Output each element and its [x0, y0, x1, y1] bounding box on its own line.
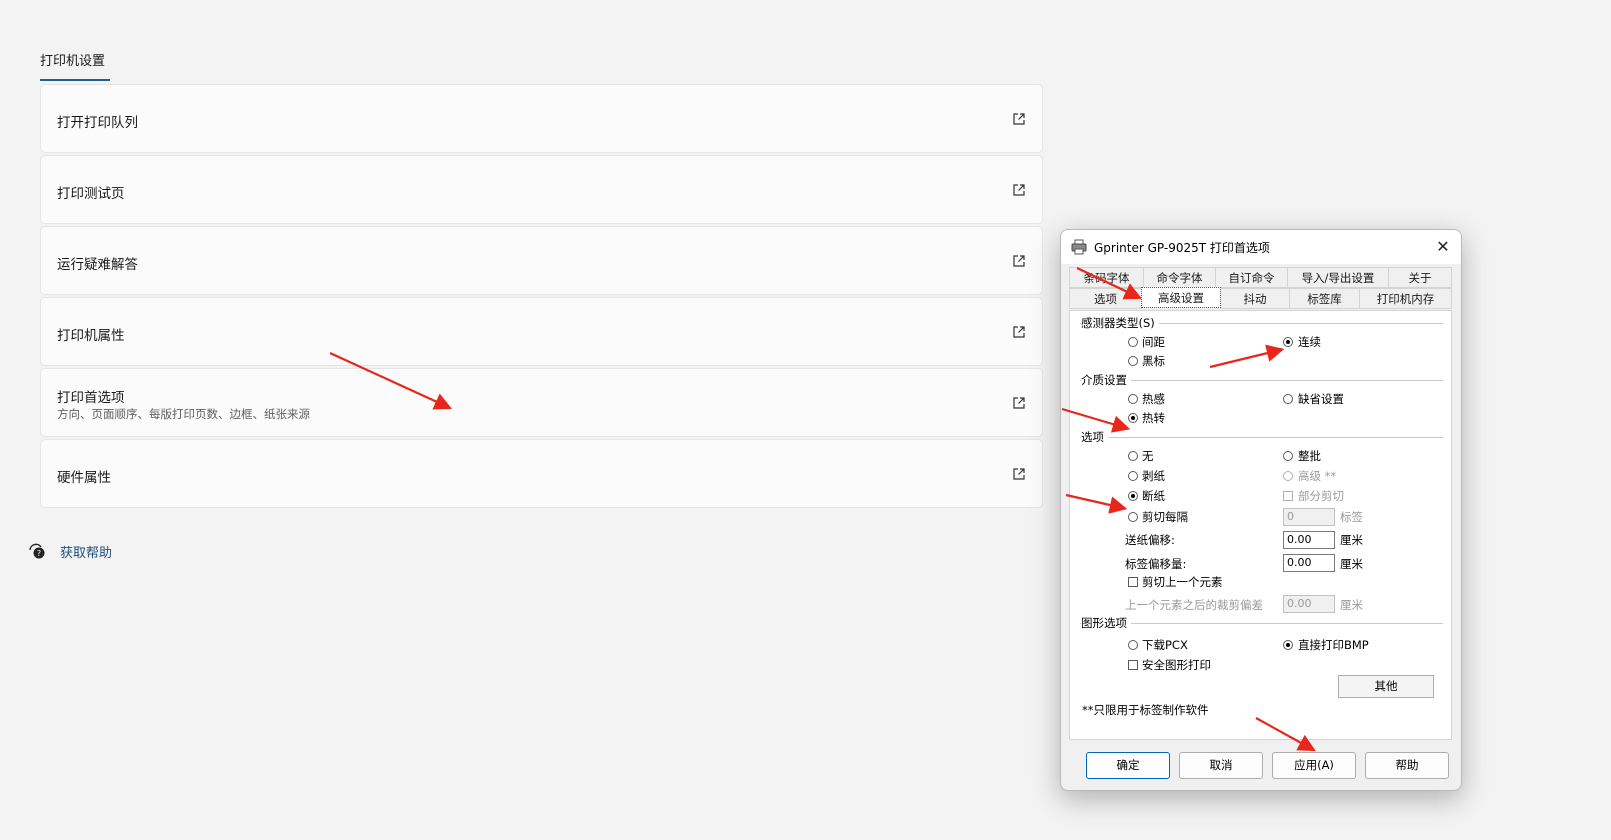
label-media-thermal-transfer: 热转: [1142, 411, 1165, 425]
tab-about[interactable]: 关于: [1388, 267, 1452, 288]
label-download-pcx: 下载PCX: [1142, 638, 1188, 652]
card-title: 运行疑难解答: [57, 257, 138, 273]
radio-option-peel[interactable]: [1128, 471, 1138, 481]
other-button[interactable]: 其他: [1338, 675, 1434, 698]
label-direct-bmp: 直接打印BMP: [1298, 638, 1369, 652]
card-title: 打印机属性: [57, 328, 125, 344]
label-safe-graphics-print: 安全图形打印: [1142, 658, 1211, 672]
label-sensor-black-mark: 黑标: [1142, 354, 1165, 368]
tab-custom-command[interactable]: 自订命令: [1215, 267, 1288, 288]
label-option-cut-every: 剪切每隔: [1142, 510, 1188, 524]
card-title: 打印首选项: [57, 390, 125, 406]
advanced-settings-panel: 感测器类型(S) 间距 连续 黑标 介质设置 热感 缺省设置 热转 选项 无 整…: [1069, 310, 1452, 740]
close-icon[interactable]: ✕: [1431, 235, 1455, 259]
feed-offset-unit: 厘米: [1340, 533, 1363, 547]
label-offset-label: 标签偏移量:: [1125, 557, 1187, 571]
card-title: 硬件属性: [57, 470, 111, 486]
apply-button[interactable]: 应用(A): [1272, 752, 1356, 779]
tab-import-export[interactable]: 导入/导出设置: [1287, 267, 1389, 288]
radio-option-advanced: [1283, 471, 1293, 481]
external-link-icon: [1013, 184, 1025, 196]
external-link-icon: [1013, 326, 1025, 338]
external-link-icon: [1013, 113, 1025, 125]
label-sensor-gap: 间距: [1142, 335, 1165, 349]
checkbox-partial-cut: [1283, 491, 1293, 501]
card-printer-properties[interactable]: 打印机属性: [40, 297, 1043, 366]
section-title-underline: [40, 79, 110, 81]
tab-barcode-font[interactable]: 条码字体: [1069, 267, 1144, 288]
cancel-button[interactable]: 取消: [1179, 752, 1263, 779]
cut-every-unit: 标签: [1340, 510, 1363, 524]
options-group-label: 选项: [1081, 429, 1108, 445]
label-sensor-continuous: 连续: [1298, 335, 1321, 349]
label-offset-input[interactable]: 0.00: [1283, 554, 1335, 572]
external-link-icon: [1013, 468, 1025, 480]
label-option-none: 无: [1142, 449, 1154, 463]
tab-dither[interactable]: 抖动: [1220, 288, 1290, 309]
help-chat-icon: ?: [29, 543, 45, 559]
radio-sensor-black-mark[interactable]: [1128, 356, 1138, 366]
footnote: **只限用于标签制作软件: [1082, 703, 1209, 717]
tab-label-library[interactable]: 标签库: [1289, 288, 1360, 309]
get-help-link[interactable]: 获取帮助: [60, 542, 112, 561]
cut-every-input: 0: [1283, 508, 1335, 526]
external-link-icon: [1013, 255, 1025, 267]
card-hardware-properties[interactable]: 硬件属性: [40, 439, 1043, 508]
after-previous-unit: 厘米: [1340, 598, 1363, 612]
label-media-thermal: 热感: [1142, 392, 1165, 406]
radio-option-none[interactable]: [1128, 451, 1138, 461]
radio-media-thermal[interactable]: [1128, 394, 1138, 404]
radio-download-pcx[interactable]: [1128, 640, 1138, 650]
label-option-batch: 整批: [1298, 449, 1321, 463]
card-print-test-page[interactable]: 打印测试页: [40, 155, 1043, 224]
ok-button[interactable]: 确定: [1086, 752, 1170, 779]
radio-option-cut-every[interactable]: [1128, 512, 1138, 522]
checkbox-cut-previous[interactable]: [1128, 577, 1138, 587]
media-group-label: 介质设置: [1081, 372, 1131, 388]
card-open-print-queue[interactable]: 打开打印队列: [40, 84, 1043, 153]
radio-media-thermal-transfer[interactable]: [1128, 413, 1138, 423]
label-option-tear: 断纸: [1142, 489, 1165, 503]
dialog-titlebar[interactable]: Gprinter GP-9025T 打印首选项 ✕: [1061, 230, 1461, 264]
svg-text:?: ?: [37, 549, 41, 558]
card-title: 打开打印队列: [57, 115, 138, 131]
group-divider: [1080, 437, 1443, 438]
radio-sensor-gap[interactable]: [1128, 337, 1138, 347]
tab-printer-memory[interactable]: 打印机内存: [1359, 288, 1452, 309]
graphics-group-label: 图形选项: [1081, 615, 1131, 631]
card-title: 打印测试页: [57, 186, 125, 202]
printer-icon: [1071, 239, 1087, 255]
label-offset-unit: 厘米: [1340, 557, 1363, 571]
label-partial-cut: 部分剪切: [1298, 489, 1344, 503]
label-option-advanced: 高级 **: [1298, 469, 1337, 483]
tab-advanced-settings[interactable]: 高级设置: [1141, 287, 1221, 308]
feed-offset-input[interactable]: 0.00: [1283, 531, 1335, 549]
radio-option-tear[interactable]: [1128, 491, 1138, 501]
help-button[interactable]: 帮助: [1365, 752, 1449, 779]
card-subtitle: 方向、页面顺序、每版打印页数、边框、纸张来源: [57, 407, 310, 421]
checkbox-safe-graphics-print[interactable]: [1128, 660, 1138, 670]
tab-command-font[interactable]: 命令字体: [1143, 267, 1216, 288]
section-title: 打印机设置: [40, 54, 106, 69]
label-cut-previous: 剪切上一个元素: [1142, 575, 1223, 589]
feed-offset-label: 送纸偏移:: [1125, 533, 1175, 547]
dialog-title: Gprinter GP-9025T 打印首选项: [1094, 241, 1270, 255]
card-printing-preferences[interactable]: 打印首选项 方向、页面顺序、每版打印页数、边框、纸张来源: [40, 368, 1043, 437]
group-divider: [1080, 380, 1443, 381]
sensor-group-label: 感测器类型(S): [1081, 315, 1159, 331]
group-divider: [1080, 623, 1443, 624]
after-previous-input: 0.00: [1283, 595, 1335, 613]
radio-sensor-continuous[interactable]: [1283, 337, 1293, 347]
label-option-peel: 剥纸: [1142, 469, 1165, 483]
tab-options[interactable]: 选项: [1069, 288, 1142, 309]
external-link-icon: [1013, 397, 1025, 409]
after-previous-label: 上一个元素之后的裁剪偏差: [1125, 598, 1263, 612]
radio-option-batch[interactable]: [1283, 451, 1293, 461]
radio-media-default[interactable]: [1283, 394, 1293, 404]
radio-direct-bmp[interactable]: [1283, 640, 1293, 650]
printing-preferences-dialog: Gprinter GP-9025T 打印首选项 ✕ 条码字体 命令字体 自订命令…: [1060, 229, 1462, 791]
card-run-troubleshooter[interactable]: 运行疑难解答: [40, 226, 1043, 295]
label-media-default: 缺省设置: [1298, 392, 1344, 406]
